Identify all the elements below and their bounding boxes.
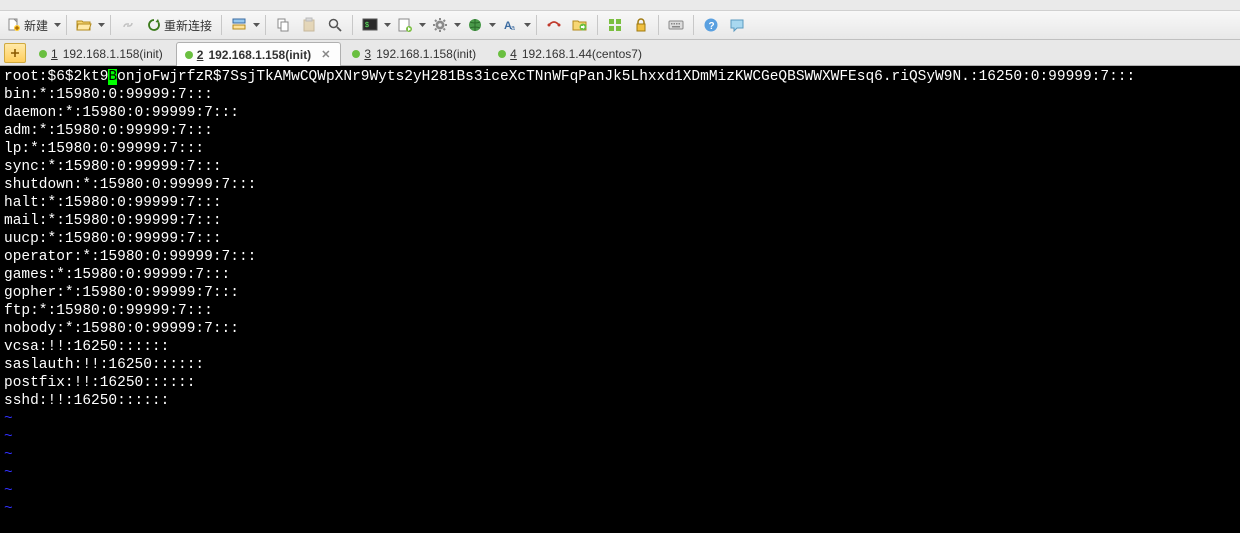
tab-accelerator: 4 [510, 47, 517, 61]
status-dot-icon [39, 50, 47, 58]
terminal-lines: bin:*:15980:0:99999:7::: daemon:*:15980:… [4, 86, 1236, 410]
lock-icon [633, 17, 649, 33]
add-tab-button[interactable] [4, 43, 26, 63]
reconnect-button[interactable]: 重新连接 [142, 13, 216, 37]
chat-button[interactable] [725, 13, 749, 37]
new-button-label: 新建 [24, 17, 48, 34]
globe-icon [467, 17, 483, 33]
tab-label: 192.168.1.158(init) [376, 47, 476, 61]
tab-label: 192.168.1.158(init) [208, 48, 311, 62]
main-toolbar: 新建 重新连接 [0, 10, 1240, 40]
help-button[interactable]: ? [699, 13, 723, 37]
lock-button[interactable] [629, 13, 653, 37]
new-file-icon [6, 17, 22, 33]
tab-accelerator: 1 [51, 47, 58, 61]
globe-button[interactable] [463, 13, 487, 37]
properties-icon [231, 17, 247, 33]
toolbar-separator [597, 15, 598, 35]
keyboard-button[interactable] [664, 13, 688, 37]
terminal-output[interactable]: root:$6$2kt9BonjoFwjrfzR$7SsjTkAMwCQWpXN… [0, 66, 1240, 533]
link-button[interactable] [116, 13, 140, 37]
transfer-icon [546, 17, 562, 33]
toolbar-separator [536, 15, 537, 35]
reconnect-button-label: 重新连接 [164, 17, 212, 34]
gear-icon [432, 17, 448, 33]
session-tabbar: 1 192.168.1.158(init)2 192.168.1.158(ini… [0, 40, 1240, 66]
dropdown-arrow-icon[interactable] [489, 17, 496, 33]
script-icon [397, 17, 413, 33]
font-icon: Aa [502, 17, 518, 33]
dropdown-arrow-icon[interactable] [253, 17, 260, 33]
keyboard-icon [668, 17, 684, 33]
refresh-icon [146, 17, 162, 33]
terminal-cursor: B [108, 69, 117, 85]
session-tab[interactable]: 3 192.168.1.158(init) [343, 41, 487, 65]
transfer-button[interactable] [542, 13, 566, 37]
terminal-empty-lines: ~ ~ ~ ~ ~ ~ [4, 410, 1236, 518]
toolbar-separator [693, 15, 694, 35]
find-button[interactable] [323, 13, 347, 37]
session-tab[interactable]: 2 192.168.1.158(init) ✕ [176, 42, 342, 66]
link-icon [120, 17, 136, 33]
svg-text:?: ? [709, 21, 715, 32]
paste-icon [301, 17, 317, 33]
chat-icon [729, 17, 745, 33]
status-dot-icon [185, 51, 193, 59]
status-dot-icon [352, 50, 360, 58]
toolbar-separator [221, 15, 222, 35]
script-button[interactable] [393, 13, 417, 37]
terminal-icon: $ [362, 17, 378, 33]
search-icon [327, 17, 343, 33]
toolbar-separator [110, 15, 111, 35]
svg-text:$: $ [365, 22, 369, 29]
dropdown-arrow-icon[interactable] [419, 17, 426, 33]
ftp-button[interactable] [568, 13, 592, 37]
paste-button[interactable] [297, 13, 321, 37]
tile-icon [607, 17, 623, 33]
properties-button[interactable] [227, 13, 251, 37]
tools-button[interactable] [428, 13, 452, 37]
new-button[interactable]: 新建 [2, 13, 52, 37]
dropdown-arrow-icon[interactable] [454, 17, 461, 33]
ftp-icon [572, 17, 588, 33]
dropdown-arrow-icon[interactable] [524, 17, 531, 33]
terminal-line: root:$6$2kt9BonjoFwjrfzR$7SsjTkAMwCQWpXN… [4, 69, 1135, 85]
dropdown-arrow-icon[interactable] [384, 17, 391, 33]
session-tab[interactable]: 1 192.168.1.158(init) [30, 41, 174, 65]
tab-accelerator: 2 [197, 48, 204, 62]
svg-text:a: a [511, 25, 515, 32]
toolbar-separator [658, 15, 659, 35]
open-button[interactable] [72, 13, 96, 37]
terminal-button[interactable]: $ [358, 13, 382, 37]
toolbar-separator [265, 15, 266, 35]
tab-label: 192.168.1.44(centos7) [522, 47, 642, 61]
tile-button[interactable] [603, 13, 627, 37]
help-icon: ? [703, 17, 719, 33]
status-dot-icon [498, 50, 506, 58]
folder-open-icon [76, 17, 92, 33]
window-top-fragment [0, 0, 1240, 10]
copy-icon [275, 17, 291, 33]
close-icon[interactable]: ✕ [321, 48, 330, 61]
font-button[interactable]: Aa [498, 13, 522, 37]
dropdown-arrow-icon[interactable] [54, 17, 61, 33]
tab-accelerator: 3 [364, 47, 371, 61]
copy-button[interactable] [271, 13, 295, 37]
tab-label: 192.168.1.158(init) [63, 47, 163, 61]
toolbar-separator [352, 15, 353, 35]
session-tab[interactable]: 4 192.168.1.44(centos7) [489, 41, 653, 65]
dropdown-arrow-icon[interactable] [98, 17, 105, 33]
toolbar-separator [66, 15, 67, 35]
